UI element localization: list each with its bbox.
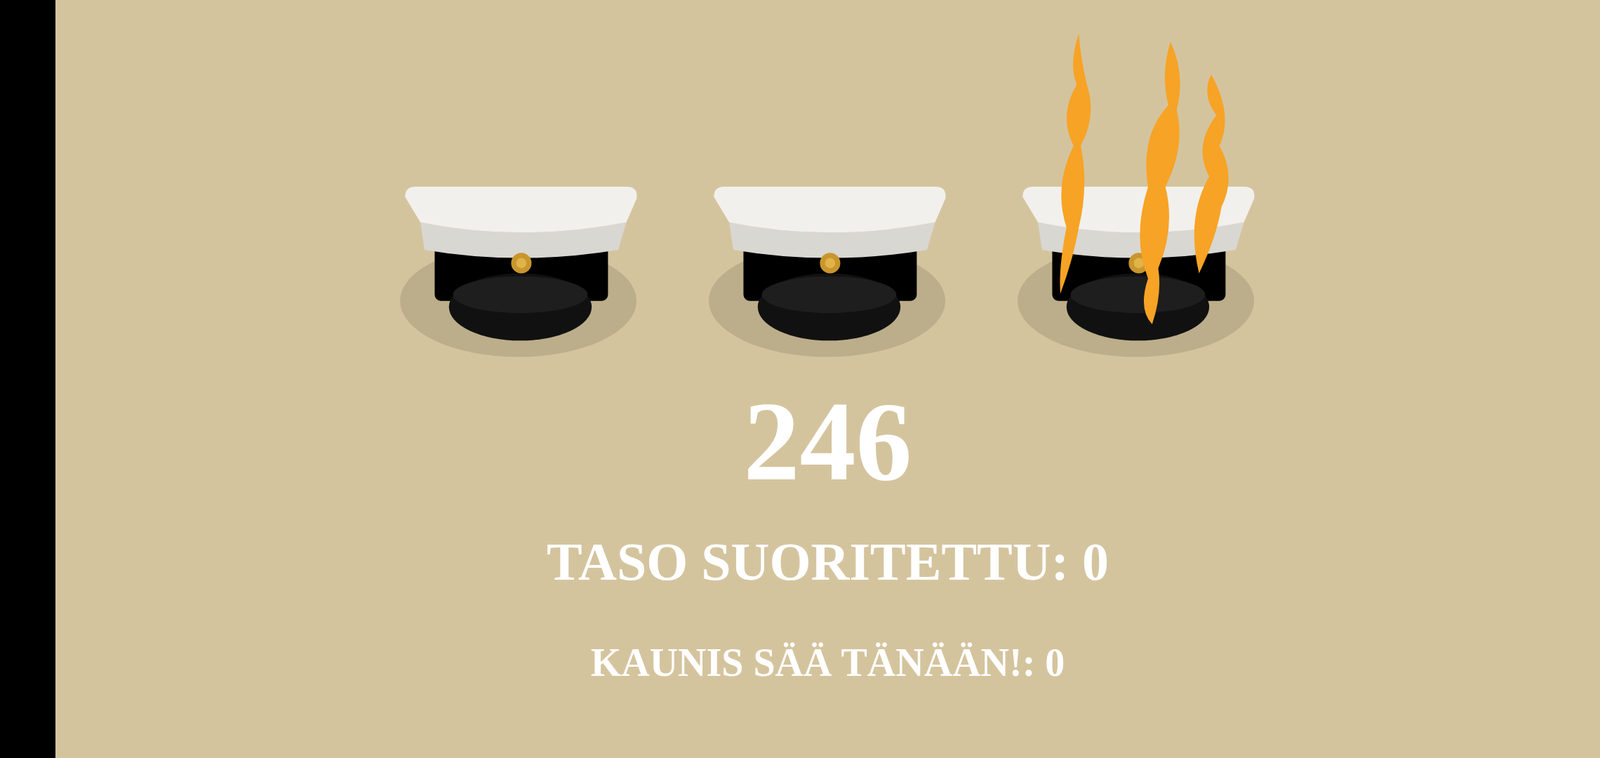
- student-cap-icon: [400, 33, 639, 358]
- burning-cap-icon: [1017, 33, 1257, 358]
- caps-row: [400, 33, 1257, 358]
- level-completed-text: TASO SUORITETTU: 0: [546, 534, 1109, 589]
- student-cap-icon: [708, 33, 948, 358]
- side-bar: [0, 0, 56, 758]
- game-screen: 246 TASO SUORITETTU: 0 KAUNIS SÄÄ TÄNÄÄN!:…: [0, 0, 1600, 758]
- game-area: 246 TASO SUORITETTU: 0 KAUNIS SÄÄ TÄNÄÄN!:…: [55, 0, 1600, 758]
- weather-text: KAUNIS SÄÄ TÄNÄÄN!: 0: [590, 642, 1066, 683]
- score: 246: [743, 385, 913, 498]
